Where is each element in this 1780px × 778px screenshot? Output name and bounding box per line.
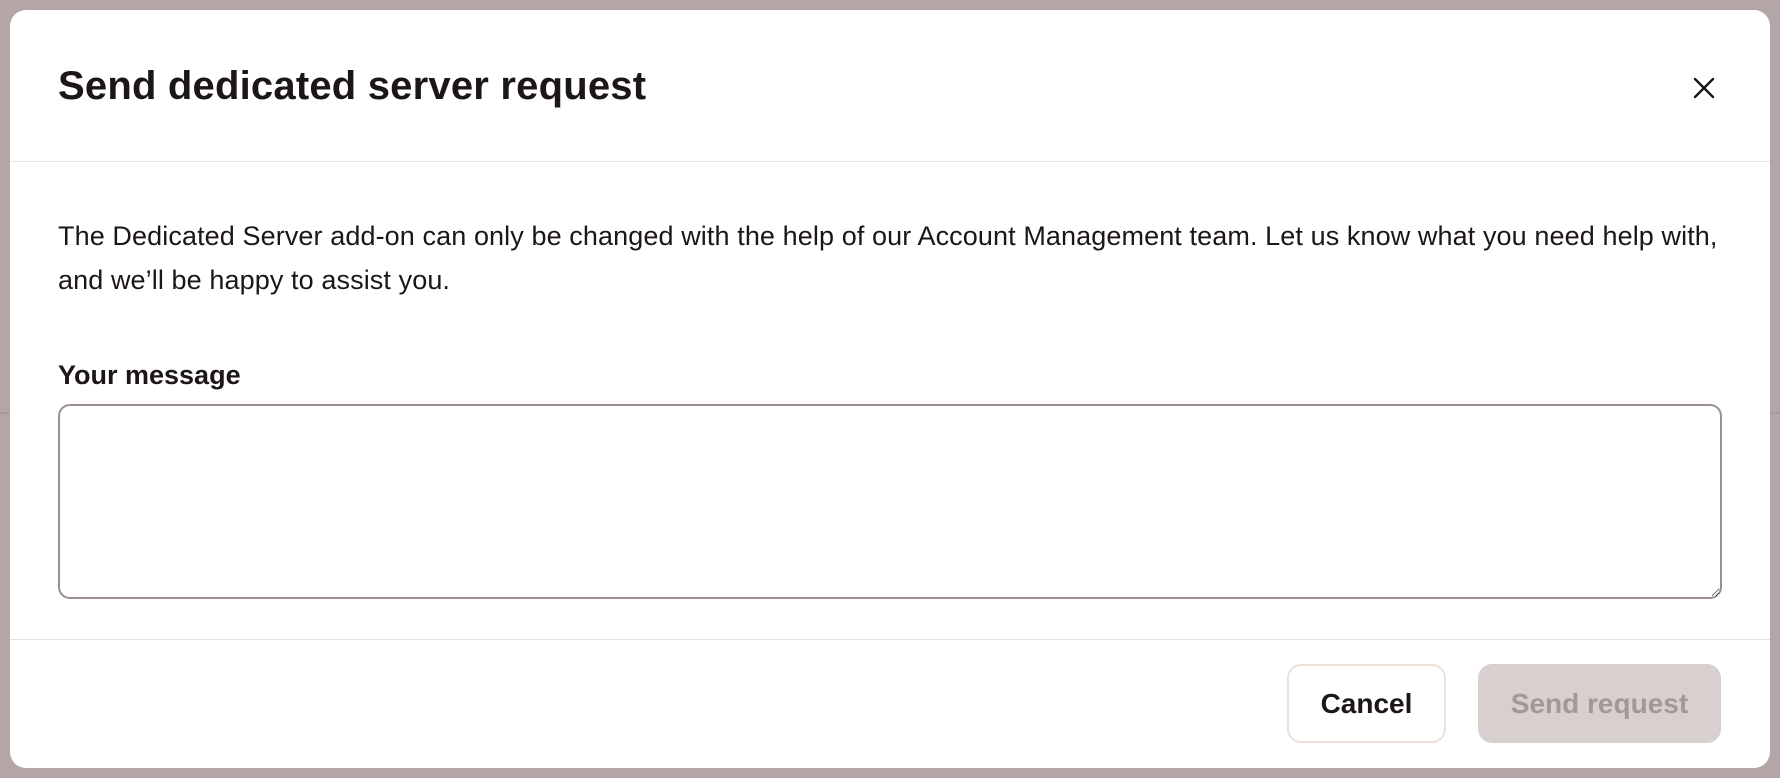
message-input[interactable] (58, 404, 1722, 599)
send-request-button[interactable]: Send request (1478, 664, 1721, 743)
dialog-title: Send dedicated server request (58, 64, 647, 108)
dialog-description: The Dedicated Server add-on can only be … (58, 221, 1718, 295)
close-icon (1693, 77, 1715, 99)
close-button[interactable] (1686, 70, 1722, 106)
send-request-dialog: Send dedicated server request The Dedica… (10, 10, 1770, 768)
message-label: Your message (58, 360, 241, 390)
dialog-header: Send dedicated server request (10, 10, 1770, 162)
dialog-footer: Cancel Send request (10, 639, 1770, 768)
cancel-button[interactable]: Cancel (1287, 664, 1446, 743)
dialog-body: The Dedicated Server add-on can only be … (58, 214, 1722, 599)
